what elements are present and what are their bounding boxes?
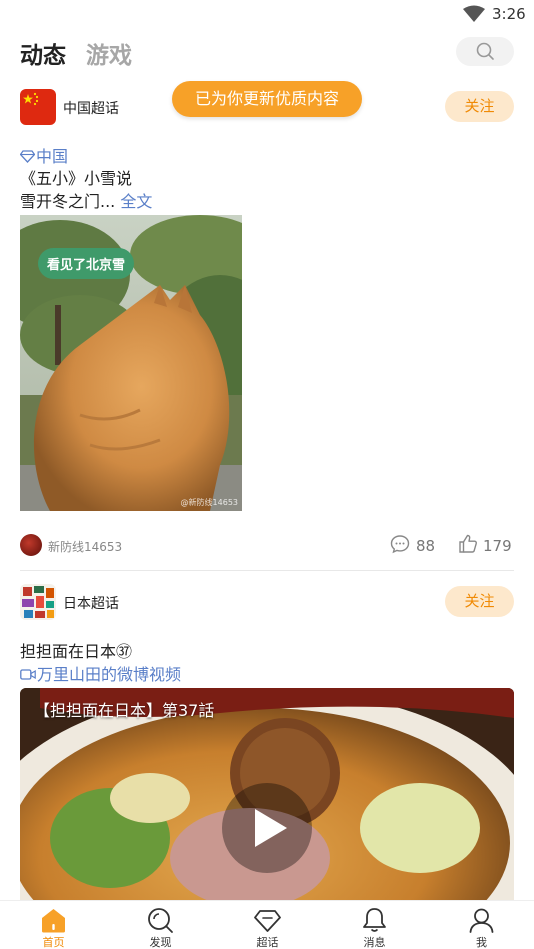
nav-label: 超话 xyxy=(256,936,279,949)
china-flag-avatar[interactable] xyxy=(20,89,56,125)
bell-icon xyxy=(363,908,386,932)
top-nav: 动态 游戏 xyxy=(0,34,534,70)
bottom-nav: 首页 发现 超话 消息 我 xyxy=(0,900,534,949)
post-text-line: 担担面在日本㊲ xyxy=(20,642,133,661)
nav-home[interactable]: 首页 xyxy=(0,901,107,949)
video-title: 【担担面在日本】第37話 xyxy=(34,701,215,720)
author-avatar[interactable] xyxy=(20,534,42,556)
tab-dynamic[interactable]: 动态 xyxy=(20,36,66,70)
video-player[interactable]: 【担担面在日本】第37話 xyxy=(20,688,514,900)
image-caption: 看见了北京雪 xyxy=(38,248,135,279)
topic-label: 中国 xyxy=(36,147,69,166)
search-button[interactable] xyxy=(456,37,514,66)
video-icon xyxy=(20,669,36,680)
nav-label: 发现 xyxy=(149,936,172,949)
play-icon xyxy=(255,809,287,847)
video-source-link[interactable]: 万里山田的微博视频 xyxy=(20,661,181,685)
divider xyxy=(20,570,514,571)
comment-icon[interactable] xyxy=(390,534,410,554)
nav-label: 消息 xyxy=(363,936,386,949)
wifi-icon xyxy=(463,5,485,22)
tab-games[interactable]: 游戏 xyxy=(86,36,132,70)
comment-count: 88 xyxy=(416,537,436,555)
follow-button[interactable]: 关注 xyxy=(445,91,514,122)
nav-messages[interactable]: 消息 xyxy=(321,901,428,949)
post-text-line: 雪开冬之门... 全文 xyxy=(20,188,152,212)
post-footer: 新防线14653 88 179 xyxy=(20,533,514,557)
update-toast: 已为你更新优质内容 xyxy=(172,81,362,117)
supertopic-name[interactable]: 中国超话 xyxy=(63,98,119,118)
play-button[interactable] xyxy=(222,783,312,873)
video-source-label: 万里山田的微博视频 xyxy=(37,665,182,684)
gem-icon xyxy=(20,150,35,163)
japan-topic-avatar[interactable] xyxy=(20,584,56,620)
nav-profile[interactable]: 我 xyxy=(428,901,534,949)
status-time: 3:26 xyxy=(492,5,526,23)
post-image[interactable]: 看见了北京雪 @新防线14653 xyxy=(20,215,242,511)
full-text-link[interactable]: 全文 xyxy=(120,192,152,211)
nav-supertopic[interactable]: 超话 xyxy=(214,901,321,949)
profile-icon xyxy=(469,908,494,933)
author-name[interactable]: 新防线14653 xyxy=(48,538,122,555)
home-icon xyxy=(42,909,65,933)
nav-label: 首页 xyxy=(42,936,65,949)
follow-button[interactable]: 关注 xyxy=(445,586,514,617)
topic-link[interactable]: 中国 xyxy=(20,143,68,167)
image-watermark: @新防线14653 xyxy=(180,498,238,507)
post-text-snippet: 雪开冬之门... xyxy=(20,192,116,211)
search-icon xyxy=(476,42,494,60)
discover-icon xyxy=(148,908,173,933)
supertopic-name[interactable]: 日本超话 xyxy=(63,593,119,613)
nav-label: 我 xyxy=(476,936,487,949)
post-header: 日本超话 关注 xyxy=(20,584,514,620)
nav-discover[interactable]: 发现 xyxy=(107,901,214,949)
status-bar: 3:26 xyxy=(0,0,534,28)
like-count: 179 xyxy=(483,537,512,555)
diamond-icon xyxy=(254,910,281,932)
like-icon[interactable] xyxy=(458,533,478,554)
post-text-line: 《五小》小雪说 xyxy=(20,169,133,188)
